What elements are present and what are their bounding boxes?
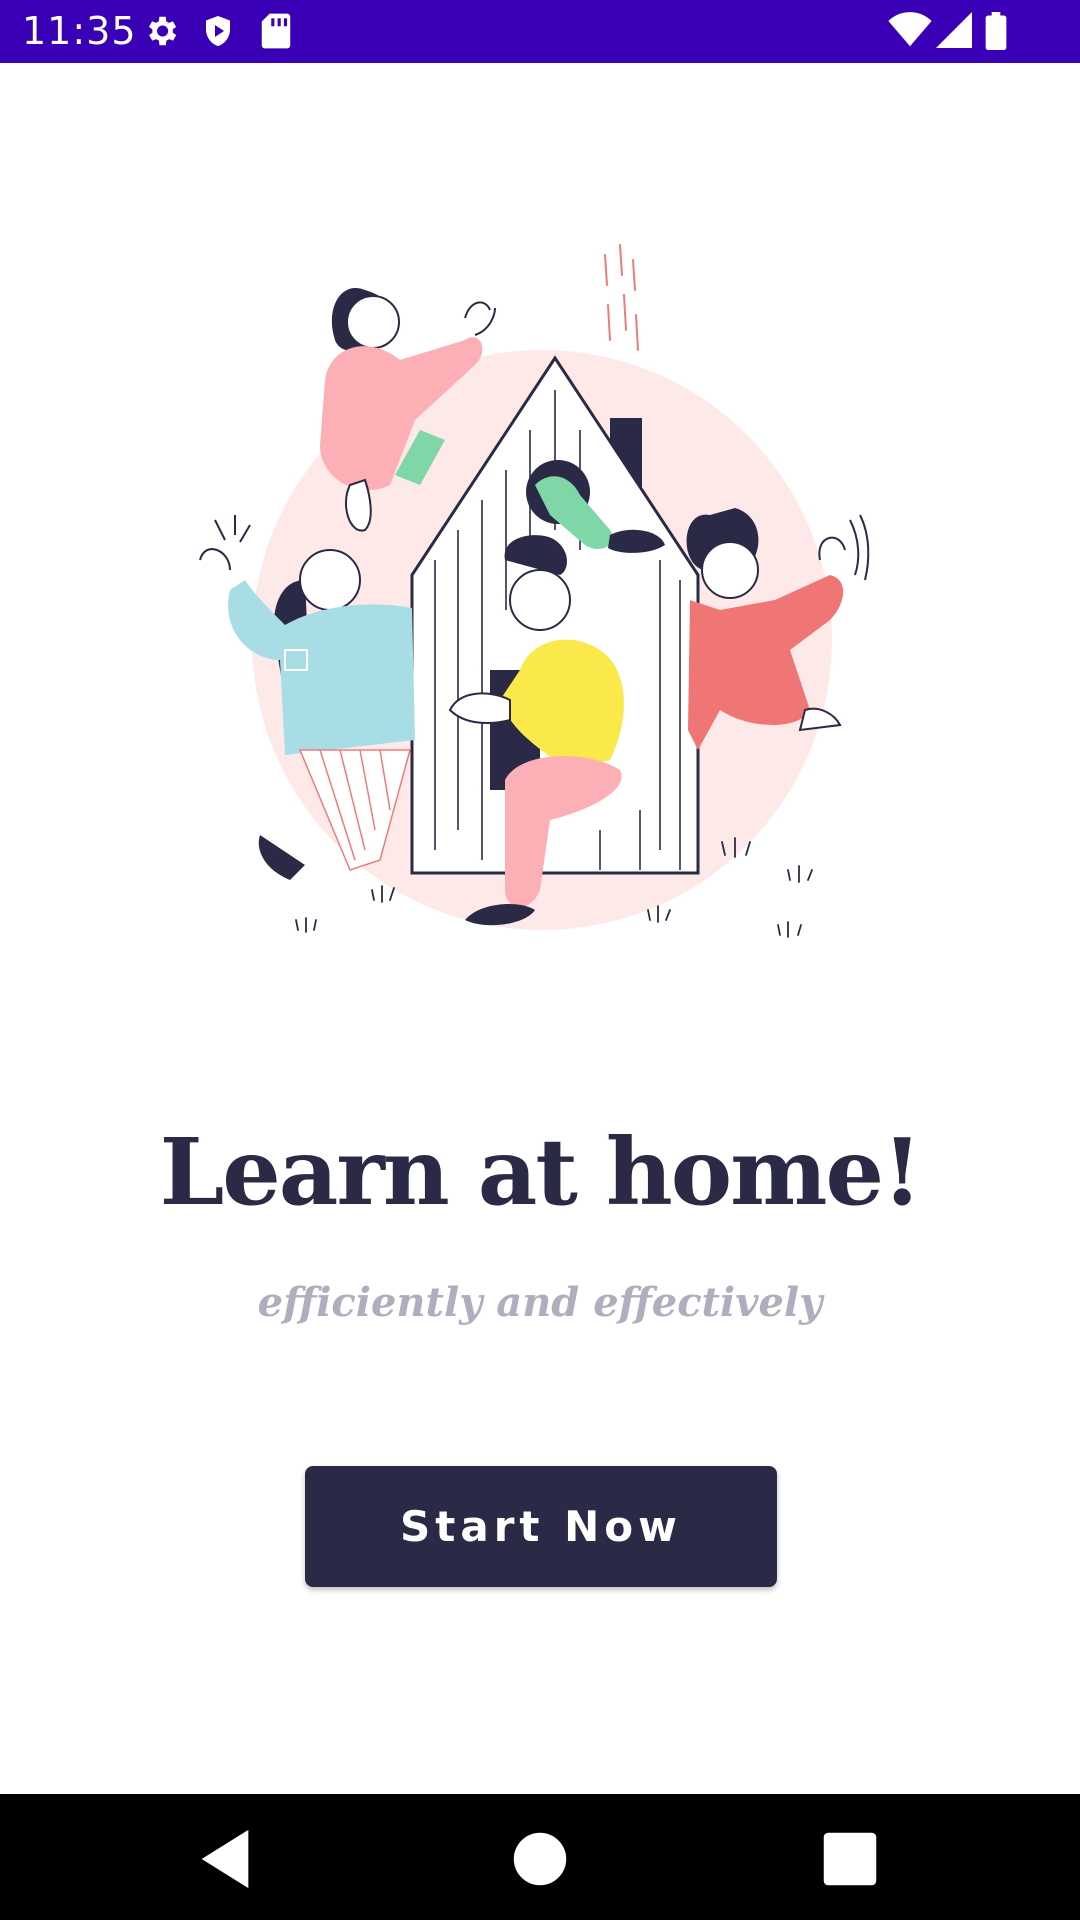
back-icon[interactable]: [190, 1824, 260, 1894]
home-icon[interactable]: [505, 1824, 575, 1894]
status-bar: 11:35: [0, 0, 1080, 63]
signal-icon: [936, 12, 972, 48]
shield-play-icon: [206, 16, 230, 46]
start-now-button[interactable]: Start Now: [305, 1466, 777, 1587]
navigation-bar: [0, 1794, 1080, 1920]
page-subtitle: efficiently and effectively: [257, 1279, 823, 1326]
recents-icon[interactable]: [815, 1824, 885, 1894]
battery-icon: [985, 12, 1007, 50]
people-around-house-illustration: [199, 244, 870, 938]
wifi-icon: [888, 12, 932, 47]
status-time: 11:35: [22, 9, 137, 53]
sd-card-icon: [261, 13, 291, 49]
settings-icon: [148, 16, 177, 46]
page-title: Learn at home!: [159, 1118, 923, 1226]
